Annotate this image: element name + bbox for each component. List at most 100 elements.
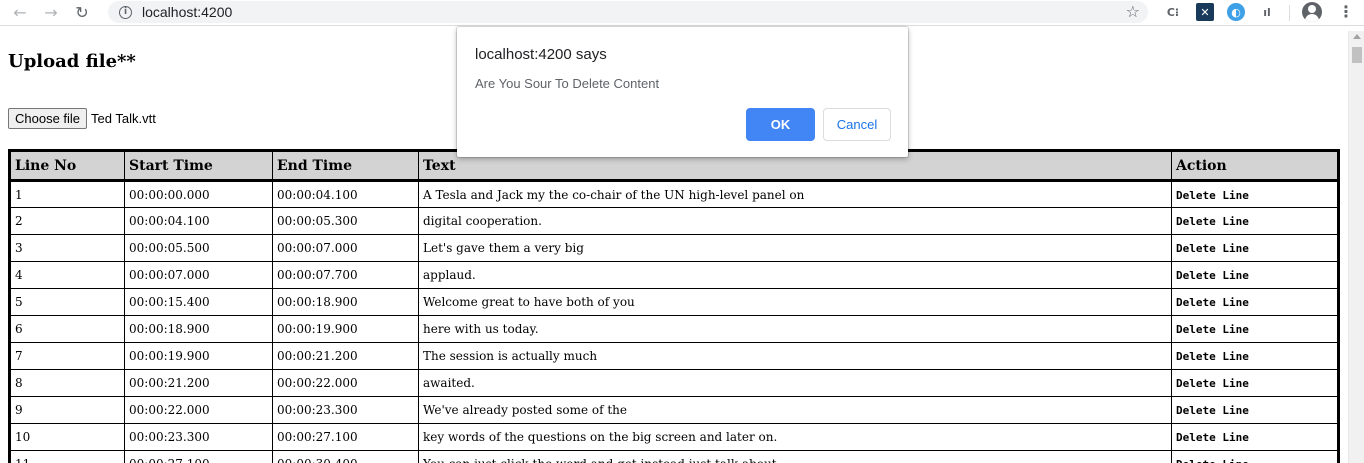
cell-start-time: 00:00:04.100 xyxy=(124,207,273,235)
vertical-scrollbar[interactable] xyxy=(1348,31,1364,463)
cell-end-time: 00:00:21.200 xyxy=(272,342,419,370)
table-row: 7 00:00:19.900 00:00:21.200 The session is … xyxy=(9,342,1339,370)
address-bar[interactable]: i localhost:4200 ☆ xyxy=(108,1,1148,23)
cell-start-time: 00:00:19.900 xyxy=(124,342,273,370)
cell-action: Delete Line xyxy=(1171,369,1339,397)
browser-menu-icon[interactable]: ⋮ xyxy=(1336,2,1356,22)
cell-action: Delete Line xyxy=(1171,234,1339,262)
cell-action: Delete Line xyxy=(1171,315,1339,343)
cell-action: Delete Line xyxy=(1171,261,1339,289)
extension-icon-4[interactable]: ıl xyxy=(1258,3,1276,21)
cell-line-no: 7 xyxy=(9,342,125,370)
confirm-dialog: localhost:4200 says Are You Sour To Dele… xyxy=(457,27,908,157)
extension-icon-3[interactable]: ◐ xyxy=(1227,3,1245,21)
dialog-title: localhost:4200 says xyxy=(475,46,607,63)
site-info-icon[interactable]: i xyxy=(119,5,132,19)
cell-line-no: 9 xyxy=(9,396,125,424)
cell-end-time: 00:00:22.000 xyxy=(272,369,419,397)
table-row: 9 00:00:22.000 00:00:23.300 We've already p… xyxy=(9,396,1339,424)
cell-start-time: 00:00:27.100 xyxy=(124,450,273,463)
cell-text: applaud. xyxy=(418,261,1172,289)
delete-line-button[interactable]: Delete Line xyxy=(1176,215,1249,228)
cell-text: The session is actually much xyxy=(418,342,1172,370)
table-row: 10 00:00:23.300 00:00:27.100 key words of t… xyxy=(9,423,1339,451)
cell-start-time: 00:00:18.900 xyxy=(124,315,273,343)
cell-end-time: 00:00:04.100 xyxy=(272,180,419,208)
cell-line-no: 3 xyxy=(9,234,125,262)
header-start-time: Start Time xyxy=(124,150,273,182)
cell-end-time: 00:00:07.700 xyxy=(272,261,419,289)
table-row: 5 00:00:15.400 00:00:18.900 Welcome great t… xyxy=(9,288,1339,316)
delete-line-button[interactable]: Delete Line xyxy=(1176,242,1249,255)
reload-icon[interactable]: ↻ xyxy=(71,2,93,24)
cell-text: A Tesla and Jack my the co-chair of the … xyxy=(418,180,1172,208)
cell-text: Welcome great to have both of you xyxy=(418,288,1172,316)
bookmark-star-icon[interactable]: ☆ xyxy=(1126,1,1140,23)
choose-file-button[interactable]: Choose file xyxy=(8,108,88,129)
cell-action: Delete Line xyxy=(1171,450,1339,463)
cell-action: Delete Line xyxy=(1171,396,1339,424)
page-title: Upload file** xyxy=(8,51,136,72)
table-row: 3 00:00:05.500 00:00:07.000 Let's gave them… xyxy=(9,234,1339,262)
cell-text: key words of the questions on the big sc… xyxy=(418,423,1172,451)
delete-line-button[interactable]: Delete Line xyxy=(1176,350,1249,363)
cell-action: Delete Line xyxy=(1171,180,1339,208)
cell-action: Delete Line xyxy=(1171,288,1339,316)
cell-end-time: 00:00:18.900 xyxy=(272,288,419,316)
extension-icon-2[interactable]: ✕ xyxy=(1196,3,1214,21)
toolbar-divider xyxy=(1289,5,1290,21)
delete-line-button[interactable]: Delete Line xyxy=(1176,377,1249,390)
cell-text: You can just click the word and get inst… xyxy=(418,450,1172,463)
table-row: 8 00:00:21.200 00:00:22.000 awaited. Delete … xyxy=(9,369,1339,397)
cell-end-time: 00:00:27.100 xyxy=(272,423,419,451)
url-text[interactable]: localhost:4200 xyxy=(142,4,232,20)
cell-text: We've already posted some of the xyxy=(418,396,1172,424)
header-action: Action xyxy=(1171,150,1339,182)
header-line-no: Line No xyxy=(9,150,125,182)
back-arrow-icon[interactable]: ← xyxy=(9,2,31,24)
file-upload-row: Choose file Ted Talk.vtt xyxy=(8,108,156,129)
delete-line-button[interactable]: Delete Line xyxy=(1176,296,1249,309)
cell-line-no: 11 xyxy=(9,450,125,463)
delete-line-button[interactable]: Delete Line xyxy=(1176,404,1249,417)
scrollbar-thumb[interactable] xyxy=(1352,47,1362,63)
cell-end-time: 00:00:19.900 xyxy=(272,315,419,343)
subtitle-table: Line No Start Time End Time Text Action … xyxy=(8,149,1340,463)
browser-toolbar: ← → ↻ i localhost:4200 ☆ C⁝ ✕ ◐ ıl ⋮ xyxy=(0,0,1364,26)
cell-line-no: 6 xyxy=(9,315,125,343)
table-row: 4 00:00:07.000 00:00:07.700 applaud. Delete … xyxy=(9,261,1339,289)
cell-start-time: 00:00:23.300 xyxy=(124,423,273,451)
delete-line-button[interactable]: Delete Line xyxy=(1176,323,1249,336)
table-row: 6 00:00:18.900 00:00:19.900 here with us to… xyxy=(9,315,1339,343)
cell-action: Delete Line xyxy=(1171,423,1339,451)
cell-line-no: 10 xyxy=(9,423,125,451)
cell-text: digital cooperation. xyxy=(418,207,1172,235)
cell-end-time: 00:00:07.000 xyxy=(272,234,419,262)
header-end-time: End Time xyxy=(272,150,419,182)
cancel-button[interactable]: Cancel xyxy=(823,108,891,141)
cell-line-no: 5 xyxy=(9,288,125,316)
cell-action: Delete Line xyxy=(1171,207,1339,235)
forward-arrow-icon[interactable]: → xyxy=(40,2,62,24)
table-row: 2 00:00:04.100 00:00:05.300 digital coopera… xyxy=(9,207,1339,235)
scroll-up-arrow-icon[interactable] xyxy=(1353,34,1361,39)
cell-text: awaited. xyxy=(418,369,1172,397)
table-row: 1100:00:27.10000:00:30.400You can just c… xyxy=(9,450,1339,463)
table-row: 1 00:00:00.000 00:00:04.100 A Tesla and Jac… xyxy=(9,180,1339,208)
delete-line-button[interactable]: Delete Line xyxy=(1176,269,1249,282)
cell-line-no: 4 xyxy=(9,261,125,289)
delete-line-button[interactable]: Delete Line xyxy=(1176,189,1249,202)
ok-button[interactable]: OK xyxy=(746,108,815,141)
cell-start-time: 00:00:21.200 xyxy=(124,369,273,397)
dialog-message: Are You Sour To Delete Content xyxy=(475,76,660,91)
cell-end-time: 00:00:30.400 xyxy=(272,450,419,463)
cell-line-no: 2 xyxy=(9,207,125,235)
delete-line-button[interactable]: Delete Line xyxy=(1176,431,1249,444)
cell-start-time: 00:00:05.500 xyxy=(124,234,273,262)
cell-action: Delete Line xyxy=(1171,342,1339,370)
extension-icon-1[interactable]: C⁝ xyxy=(1164,3,1182,21)
cell-text: Let's gave them a very big xyxy=(418,234,1172,262)
cell-end-time: 00:00:23.300 xyxy=(272,396,419,424)
profile-avatar-icon[interactable] xyxy=(1302,2,1322,22)
delete-line-button[interactable]: Delete Line xyxy=(1176,458,1249,463)
